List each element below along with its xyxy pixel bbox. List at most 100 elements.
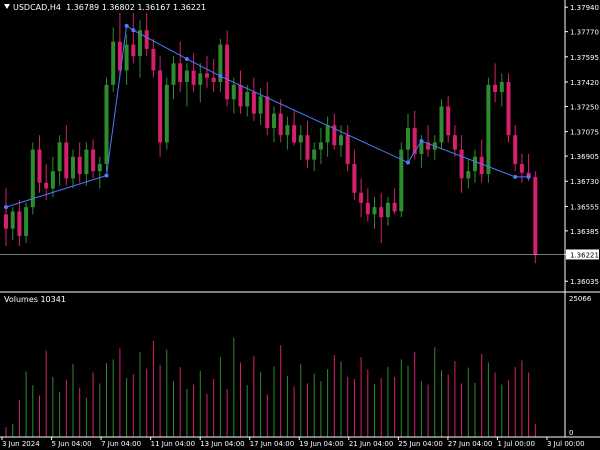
- candle[interactable]: [466, 159, 471, 189]
- candle[interactable]: [10, 207, 15, 241]
- candle[interactable]: [265, 81, 270, 136]
- candle[interactable]: [131, 12, 136, 64]
- trendline-anchor[interactable]: [131, 28, 136, 33]
- trendline-anchor[interactable]: [184, 56, 189, 61]
- candle[interactable]: [446, 96, 451, 143]
- candle[interactable]: [4, 188, 8, 246]
- candle[interactable]: [359, 178, 364, 218]
- candle[interactable]: [238, 70, 243, 114]
- dropdown-triangle-icon[interactable]: [4, 4, 10, 9]
- candle[interactable]: [111, 27, 116, 93]
- trendline-anchor[interactable]: [124, 23, 129, 28]
- candle[interactable]: [164, 77, 169, 150]
- candle[interactable]: [97, 156, 102, 189]
- candle[interactable]: [345, 125, 350, 172]
- price-tick-label: 1.37075: [570, 129, 599, 137]
- candle[interactable]: [124, 34, 129, 85]
- candle[interactable]: [479, 139, 484, 183]
- candle[interactable]: [17, 199, 22, 246]
- candle[interactable]: [191, 53, 196, 93]
- candle[interactable]: [178, 41, 183, 93]
- candle[interactable]: [91, 139, 96, 179]
- trendline-anchor[interactable]: [104, 173, 109, 178]
- candle[interactable]: [272, 106, 276, 143]
- candle[interactable]: [285, 116, 290, 150]
- candle-body: [318, 142, 323, 150]
- candle[interactable]: [144, 12, 149, 57]
- candle[interactable]: [158, 56, 163, 157]
- candle-body: [365, 202, 370, 215]
- price-pane[interactable]: [0, 12, 565, 264]
- candle[interactable]: [312, 142, 317, 172]
- candle[interactable]: [426, 125, 431, 157]
- candle[interactable]: [339, 125, 343, 157]
- candle[interactable]: [439, 99, 444, 150]
- candle[interactable]: [399, 142, 404, 218]
- candle-body: [57, 142, 62, 172]
- trendline-anchor[interactable]: [4, 205, 8, 210]
- candle[interactable]: [298, 125, 303, 160]
- candle[interactable]: [379, 192, 384, 244]
- candle-body: [446, 106, 451, 136]
- candle[interactable]: [372, 197, 377, 229]
- candle[interactable]: [533, 171, 538, 264]
- candle[interactable]: [104, 77, 109, 172]
- candle[interactable]: [305, 120, 310, 169]
- time-tick-label: 27 Jun 04:00: [448, 440, 492, 448]
- candle[interactable]: [218, 38, 223, 93]
- price-tick-label: 1.36035: [570, 278, 599, 286]
- candle[interactable]: [205, 56, 209, 88]
- volume-min-label: 0: [569, 429, 573, 437]
- candle[interactable]: [452, 125, 457, 157]
- candle[interactable]: [278, 99, 283, 143]
- candle[interactable]: [258, 87, 263, 126]
- candle[interactable]: [385, 197, 390, 226]
- candle[interactable]: [365, 188, 370, 222]
- trendline-anchor[interactable]: [218, 74, 223, 79]
- price-chart[interactable]: 1.37940 1.37770 1.37595 1.37420 1.37250 1.370…: [0, 0, 600, 450]
- trendline-anchor[interactable]: [513, 174, 518, 179]
- candle-body: [17, 211, 22, 236]
- candle-body: [385, 202, 390, 218]
- candle[interactable]: [325, 116, 330, 157]
- candle[interactable]: [30, 142, 35, 215]
- candle[interactable]: [211, 58, 216, 93]
- candle[interactable]: [513, 125, 518, 172]
- candle[interactable]: [459, 135, 464, 193]
- candle[interactable]: [57, 135, 62, 186]
- candle[interactable]: [406, 113, 410, 164]
- candle-body: [144, 30, 149, 49]
- time-tick-label: 13 Jun 04:00: [200, 440, 244, 448]
- candle[interactable]: [352, 149, 357, 200]
- candle[interactable]: [198, 63, 203, 103]
- trendline-anchor[interactable]: [526, 174, 531, 179]
- candle[interactable]: [37, 135, 42, 193]
- candle[interactable]: [251, 77, 256, 121]
- candle[interactable]: [432, 135, 437, 160]
- candle[interactable]: [392, 188, 397, 215]
- candle[interactable]: [171, 56, 176, 100]
- candle[interactable]: [84, 142, 89, 186]
- candle-body: [345, 135, 350, 164]
- candle[interactable]: [318, 128, 323, 164]
- candle[interactable]: [151, 38, 156, 78]
- trendline-anchor[interactable]: [406, 160, 410, 165]
- candle[interactable]: [64, 125, 69, 186]
- candle[interactable]: [506, 73, 511, 143]
- candle[interactable]: [493, 63, 498, 103]
- candle[interactable]: [184, 63, 189, 107]
- candle[interactable]: [292, 110, 297, 146]
- candle-body: [64, 142, 69, 179]
- candle[interactable]: [71, 149, 75, 189]
- candle[interactable]: [332, 113, 337, 150]
- candle[interactable]: [473, 149, 477, 183]
- candle[interactable]: [50, 156, 55, 198]
- candle[interactable]: [225, 30, 230, 107]
- candle[interactable]: [138, 20, 142, 78]
- volume-pane[interactable]: [5, 337, 536, 437]
- candle[interactable]: [24, 202, 29, 244]
- candle[interactable]: [77, 142, 82, 183]
- candle[interactable]: [519, 153, 524, 183]
- trendline-anchor[interactable]: [419, 138, 424, 143]
- candle[interactable]: [499, 73, 504, 107]
